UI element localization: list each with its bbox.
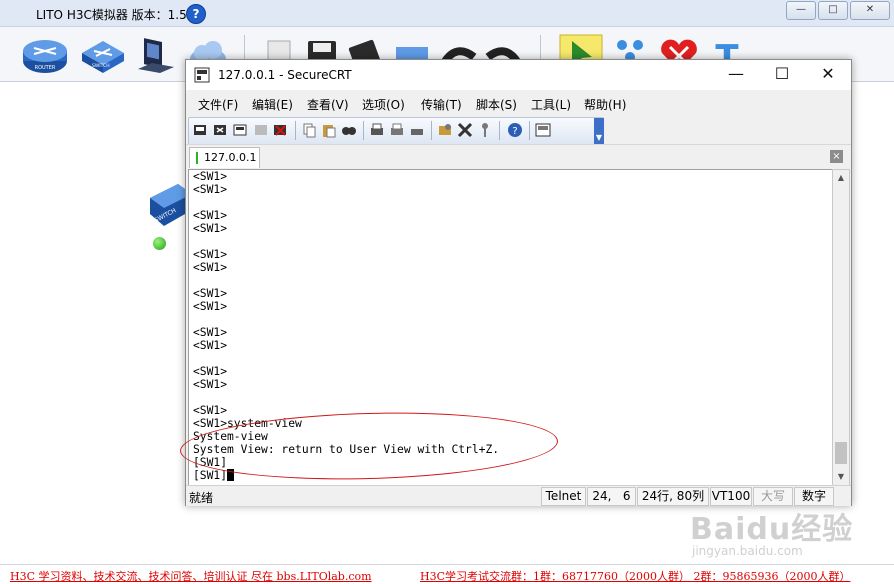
app-close-button[interactable]: ✕ <box>850 1 890 20</box>
crt-close-button[interactable]: ✕ <box>805 60 851 90</box>
menu-tools[interactable]: 工具(L) <box>531 96 571 113</box>
app-window-controls: — □ ✕ <box>786 1 890 20</box>
device-status-icon <box>153 237 166 250</box>
copy-icon[interactable] <box>301 122 317 138</box>
scroll-down-icon[interactable]: ▼ <box>833 469 849 485</box>
status-terminal-size: 24行, 80列 <box>637 487 709 506</box>
securecrt-app-icon <box>194 67 210 83</box>
crt-title: 127.0.0.1 - SecureCRT <box>218 68 352 82</box>
sftp-icon[interactable] <box>535 122 551 138</box>
find-icon[interactable] <box>341 122 357 138</box>
reconnect-icon[interactable] <box>253 122 269 138</box>
terminal-line: <SW1> <box>193 209 228 222</box>
terminal-line: <SW1> <box>193 287 228 300</box>
global-options-icon[interactable] <box>457 122 473 138</box>
menu-view[interactable]: 查看(V) <box>307 96 349 113</box>
router-icon[interactable]: ROUTER <box>22 33 68 77</box>
connect-tab-icon[interactable] <box>233 122 249 138</box>
terminal-line: <SW1> <box>193 378 228 391</box>
crt-toolbar: ? ▼ <box>188 117 604 145</box>
terminal-line: <SW1> <box>193 326 228 339</box>
pc-icon[interactable] <box>134 33 180 77</box>
menu-edit[interactable]: 编辑(E) <box>252 96 293 113</box>
terminal-line: <SW1> <box>193 365 228 378</box>
app-title-bar: LITO H3C模拟器 版本：1.5.2 ? — □ ✕ <box>0 0 894 27</box>
terminal-line: <SW1> <box>193 339 228 352</box>
terminal-line: <SW1> <box>193 222 228 235</box>
scroll-thumb[interactable] <box>835 442 847 464</box>
scroll-up-icon[interactable]: ▲ <box>833 170 849 186</box>
key-icon[interactable] <box>477 122 493 138</box>
crt-title-bar: 127.0.0.1 - SecureCRT — ☐ ✕ <box>186 60 851 90</box>
tab-close-icon[interactable]: × <box>830 150 843 163</box>
app-title: LITO H3C模拟器 版本：1.5.2 <box>36 8 199 22</box>
terminal-line: <SW1> <box>193 261 228 274</box>
connect-icon[interactable] <box>193 122 209 138</box>
paste-icon[interactable] <box>321 122 337 138</box>
toolbar-overflow-button[interactable]: ▼ <box>594 118 604 144</box>
crt-minimize-button[interactable]: — <box>713 60 759 90</box>
menu-options[interactable]: 选项(O) <box>362 96 405 113</box>
crt-status-bar: 就绪 Telnet 24, 6 24行, 80列 VT100 大写 数字 <box>186 485 851 506</box>
tab-session[interactable]: 127.0.0.1 <box>189 147 260 168</box>
terminal-line: <SW1> <box>193 183 228 196</box>
status-ready: 就绪 <box>189 491 214 505</box>
watermark-brand: Baidu经验 <box>690 512 854 547</box>
footer-forum-link[interactable]: H3C 学习资料、技术交流、技术问答、培训认证 尽在 bbs.LITOlab.c… <box>10 568 372 584</box>
crt-maximize-button[interactable]: ☐ <box>759 60 805 90</box>
help-icon[interactable]: ? <box>186 4 206 24</box>
session-options-icon[interactable] <box>437 122 453 138</box>
watermark: Baidu经验 jingyan.baidu.com <box>690 504 890 564</box>
app-restore-button[interactable]: □ <box>818 1 848 20</box>
menu-script[interactable]: 脚本(S) <box>476 96 517 113</box>
status-cursor-position: 24, 6 <box>587 487 636 506</box>
toolbar-separator <box>431 121 432 140</box>
menu-help[interactable]: 帮助(H) <box>584 96 626 113</box>
crt-menu-bar: 文件(F) 编辑(E) 查看(V) 选项(O) 传输(T) 脚本(S) 工具(L… <box>186 90 851 117</box>
help-icon[interactable]: ? <box>507 122 523 138</box>
crt-tab-bar: 127.0.0.1 × <box>186 144 851 169</box>
menu-file[interactable]: 文件(F) <box>198 96 238 113</box>
footer-qq-groups[interactable]: H3C学习考试交流群：1群：68717760（2000人群） 2群：958659… <box>420 568 850 584</box>
watermark-site: jingyan.baidu.com <box>692 544 803 558</box>
print-selection-icon[interactable] <box>389 122 405 138</box>
router-caption: ROUTER <box>35 65 56 71</box>
toolbar-separator <box>529 121 530 140</box>
tab-session-label: 127.0.0.1 <box>204 151 257 164</box>
status-num: 数字 <box>794 487 834 506</box>
terminal-scrollbar[interactable]: ▲ ▼ <box>832 169 850 486</box>
toolbar-separator <box>295 121 296 140</box>
svg-text:?: ? <box>512 126 517 137</box>
terminal-line: <SW1> <box>193 248 228 261</box>
switch-icon[interactable]: SWITCH <box>80 33 126 77</box>
terminal-line: <SW1> <box>193 300 228 313</box>
status-emulation: VT100 <box>710 487 752 506</box>
print-setup-icon[interactable] <box>409 122 425 138</box>
app-footer: H3C 学习资料、技术交流、技术问答、培训认证 尽在 bbs.LITOlab.c… <box>0 564 894 584</box>
status-caps: 大写 <box>753 487 793 506</box>
menu-transfer[interactable]: 传输(T) <box>421 96 462 113</box>
toolbar-separator <box>499 121 500 140</box>
session-connected-icon <box>196 152 198 164</box>
status-protocol: Telnet <box>541 487 586 506</box>
app-minimize-button[interactable]: — <box>786 1 816 20</box>
toolbar-separator <box>363 121 364 140</box>
terminal-line: <SW1> <box>193 170 228 183</box>
quick-connect-icon[interactable] <box>213 122 229 138</box>
print-icon[interactable] <box>369 122 385 138</box>
disconnect-icon[interactable] <box>273 122 289 138</box>
switch-caption: SWITCH <box>92 63 110 69</box>
